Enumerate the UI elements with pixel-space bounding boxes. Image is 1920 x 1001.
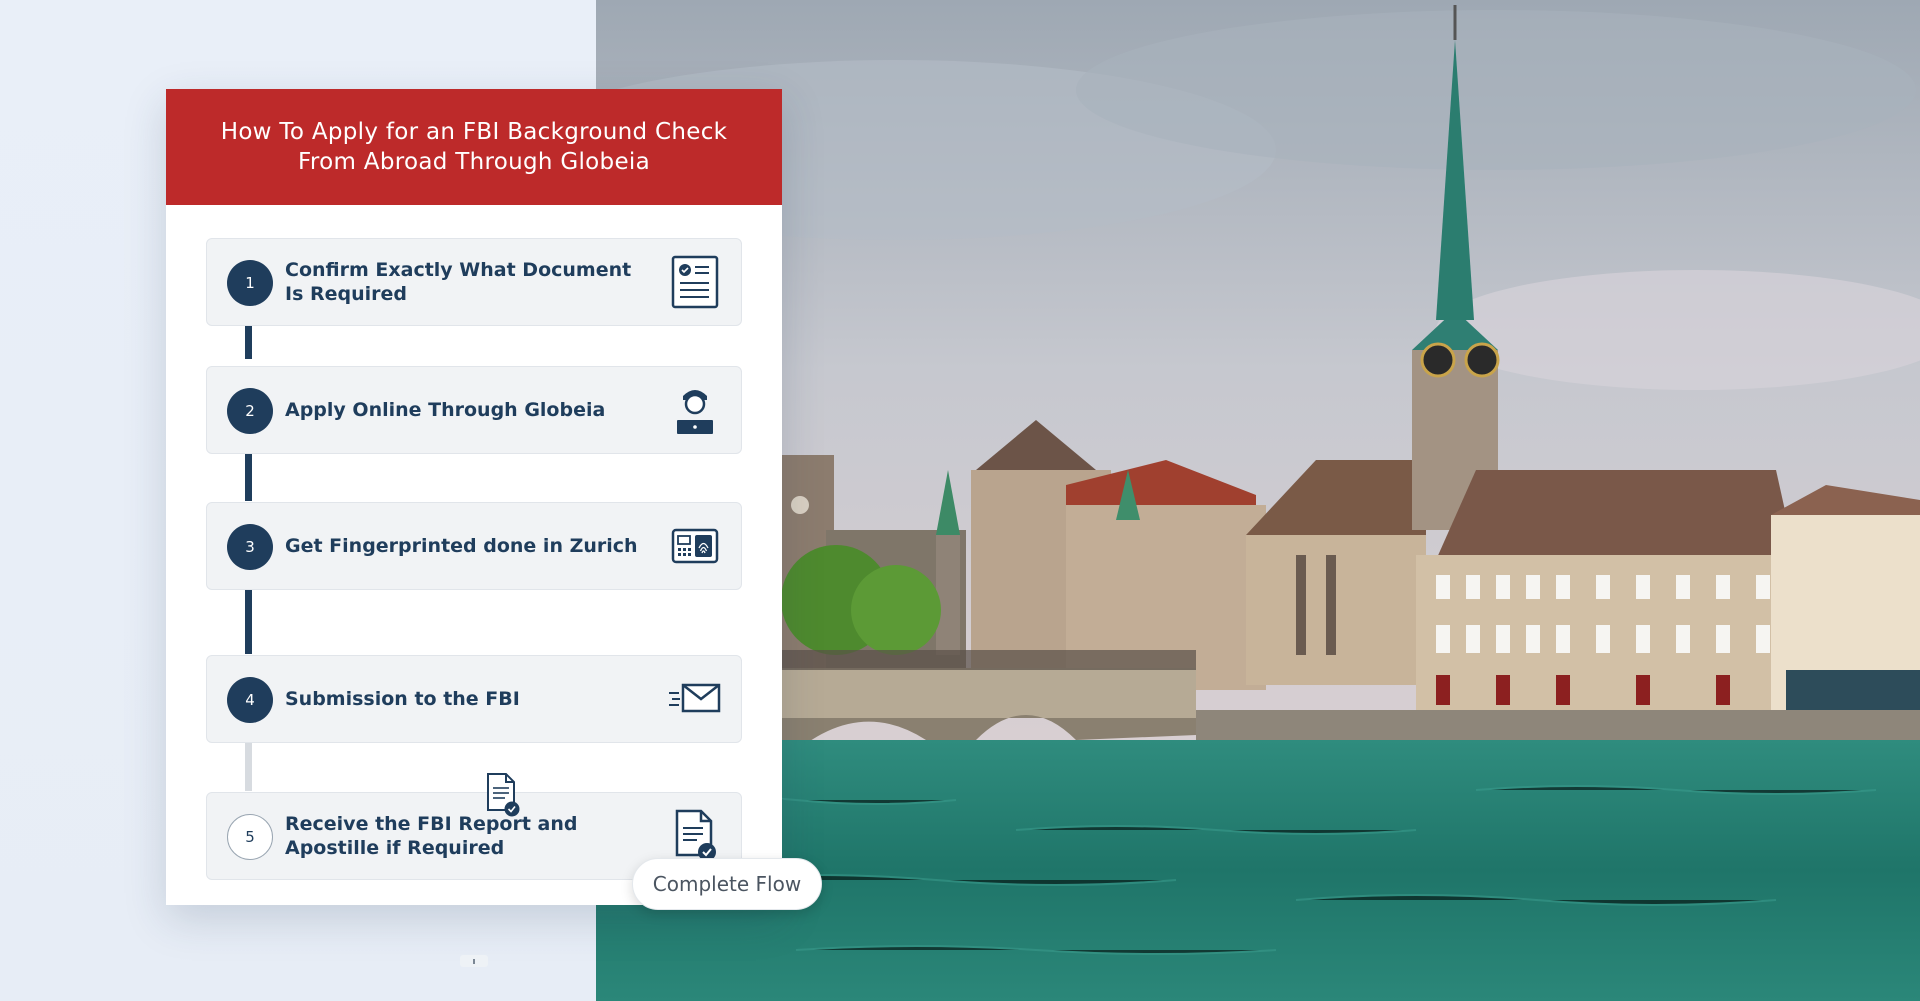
step-number-badge: 4 (227, 677, 273, 723)
step-label: Submission to the FBI (285, 688, 520, 710)
step-number-badge: 2 (227, 388, 273, 434)
step-item-1[interactable]: 1 Confirm Exactly What Document Is Requi… (206, 238, 742, 326)
card-title: How To Apply for an FBI Background Check… (166, 89, 782, 205)
step-connector-pending (245, 743, 252, 791)
steps-card: How To Apply for an FBI Background Check… (166, 89, 782, 905)
step-connector (245, 453, 252, 501)
step-number-badge: 5 (227, 814, 273, 860)
step-label: Apply Online Through Globeia (285, 399, 606, 421)
step-item-4[interactable]: 4 Submission to the FBI (206, 655, 742, 743)
person-laptop-icon (677, 390, 713, 434)
fast-mail-icon (669, 683, 721, 713)
step-item-3[interactable]: 3 Get Fingerprinted done in Zurich (206, 502, 742, 590)
step-label: Get Fingerprinted done in Zurich (285, 535, 638, 557)
document-check-icon (671, 255, 719, 309)
step-label: Confirm Exactly What Document Is Require… (285, 259, 632, 305)
dragging-document-icon[interactable] (483, 772, 523, 818)
step-number-badge: 1 (227, 260, 273, 306)
fingerprint-scanner-icon (671, 528, 719, 564)
step-connector (245, 590, 252, 654)
complete-flow-button[interactable]: Complete Flow (632, 858, 822, 910)
certified-document-icon (675, 809, 716, 861)
scroll-indicator[interactable] (460, 955, 488, 967)
zurich-background-photo (596, 0, 1920, 1001)
step-label: Receive the FBI Report and Apostille if … (285, 813, 578, 859)
step-item-2[interactable]: 2 Apply Online Through Globeia (206, 366, 742, 454)
step-number-badge: 3 (227, 524, 273, 570)
